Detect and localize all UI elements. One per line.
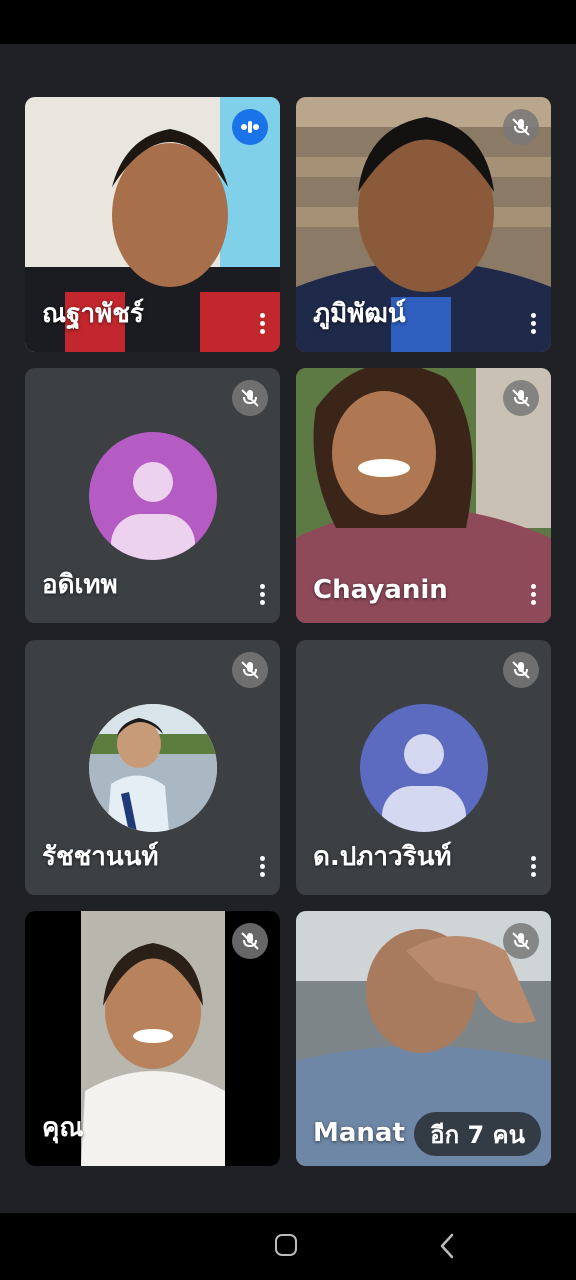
- more-options-icon[interactable]: [252, 308, 272, 338]
- mic-off-icon: [232, 380, 268, 416]
- participant-name: Manat: [313, 1118, 405, 1148]
- mic-off-icon: [503, 380, 539, 416]
- mic-off-icon: [232, 652, 268, 688]
- participant-tile-3[interactable]: อดิเทพ: [25, 368, 280, 623]
- participant-name: ด.ปภาวรินท์: [313, 842, 452, 872]
- speaking-indicator-icon: [232, 109, 268, 145]
- participant-name: รัชชานนท์: [42, 842, 159, 872]
- more-options-icon[interactable]: [252, 851, 272, 881]
- navigation-bar: [0, 1213, 576, 1280]
- participant-name: คุณ: [42, 1113, 84, 1143]
- status-bar: [0, 0, 576, 44]
- more-options-icon[interactable]: [523, 308, 543, 338]
- back-button-icon[interactable]: [436, 1231, 460, 1261]
- mic-off-icon: [503, 109, 539, 145]
- participant-tile-2[interactable]: ภูมิพัฒน์: [296, 97, 551, 352]
- participant-tile-1[interactable]: ณฐาพัชร์: [25, 97, 280, 352]
- participant-name: Chayanin: [313, 575, 448, 605]
- participant-tile-5[interactable]: รัชชานนท์: [25, 640, 280, 895]
- more-options-icon[interactable]: [523, 851, 543, 881]
- participant-tile-7[interactable]: คุณ: [25, 911, 280, 1166]
- participant-name: อดิเทพ: [42, 570, 118, 600]
- mic-off-icon: [503, 652, 539, 688]
- participant-name: ณฐาพัชร์: [42, 299, 144, 329]
- participant-tile-4[interactable]: Chayanin: [296, 368, 551, 623]
- mic-off-icon: [503, 923, 539, 959]
- avatar: [89, 704, 217, 832]
- more-options-icon[interactable]: [523, 579, 543, 609]
- participant-tile-6[interactable]: ด.ปภาวรินท์: [296, 640, 551, 895]
- more-options-icon[interactable]: [252, 579, 272, 609]
- more-participants-button[interactable]: อีก 7 คน: [414, 1112, 541, 1156]
- mic-off-icon: [232, 923, 268, 959]
- home-button-icon[interactable]: [275, 1234, 297, 1256]
- avatar: [360, 704, 488, 832]
- avatar: [89, 432, 217, 560]
- participant-name: ภูมิพัฒน์: [313, 299, 406, 329]
- participant-tile-8[interactable]: Manat อีก 7 คน: [296, 911, 551, 1166]
